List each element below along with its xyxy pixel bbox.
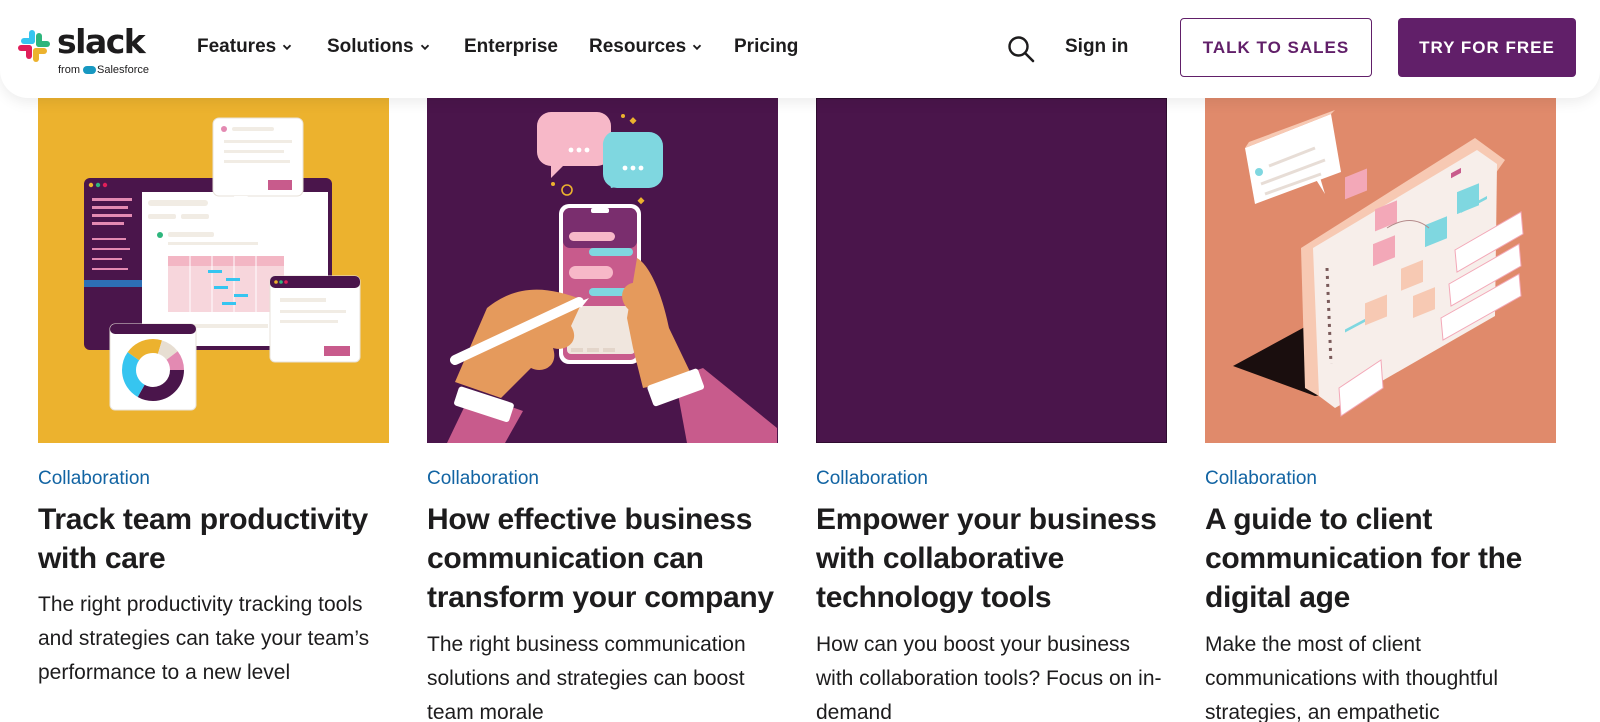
article-title[interactable]: Empower your business with collaborative… bbox=[816, 500, 1167, 617]
article-description: The right business communication solutio… bbox=[427, 633, 746, 722]
logo-tagline-brand: Salesforce bbox=[97, 64, 149, 76]
article-thumbnail[interactable] bbox=[816, 98, 1167, 443]
sign-in-link[interactable]: Sign in bbox=[1065, 36, 1128, 58]
article-title[interactable]: Track team productivity with care bbox=[38, 500, 389, 578]
slack-hash-logo-icon bbox=[18, 30, 50, 62]
logo-tagline: from Salesforce bbox=[58, 64, 149, 76]
article-title[interactable]: How effective business communication can… bbox=[427, 500, 778, 617]
nav-item-resources[interactable]: Resources bbox=[589, 36, 702, 58]
salesforce-cloud-icon bbox=[83, 66, 96, 74]
phone-messaging-illustration bbox=[427, 98, 778, 443]
nav-item-label: Solutions bbox=[327, 36, 414, 57]
article-thumbnail[interactable] bbox=[38, 98, 389, 443]
nav-item-features[interactable]: Features bbox=[197, 36, 292, 58]
nav-item-solutions[interactable]: Solutions bbox=[327, 36, 430, 58]
article-description: Make the most of client communications w… bbox=[1205, 633, 1498, 722]
productivity-dashboard-illustration bbox=[38, 98, 389, 443]
article-card[interactable]: Collaboration A guide to client communic… bbox=[1205, 98, 1556, 722]
article-category[interactable]: Collaboration bbox=[816, 468, 928, 490]
article-card[interactable]: Collaboration How effective business com… bbox=[427, 98, 778, 722]
nav-item-label: Resources bbox=[589, 36, 687, 57]
article-category[interactable]: Collaboration bbox=[427, 468, 539, 490]
article-card[interactable]: Collaboration Track team productivity wi… bbox=[38, 98, 389, 684]
nav-item-enterprise[interactable]: Enterprise bbox=[464, 36, 558, 58]
logo-tagline-prefix: from bbox=[58, 64, 80, 76]
article-category[interactable]: Collaboration bbox=[1205, 468, 1317, 490]
client-board-illustration bbox=[1205, 98, 1556, 443]
try-for-free-button[interactable]: TRY FOR FREE bbox=[1398, 18, 1576, 77]
article-title[interactable]: A guide to client communication for the … bbox=[1205, 500, 1556, 617]
plain-aubergine-image bbox=[816, 98, 1167, 443]
nav-item-label: Features bbox=[197, 36, 277, 57]
article-thumbnail[interactable] bbox=[427, 98, 778, 443]
chevron-down-icon bbox=[283, 44, 292, 51]
site-header: slack from Salesforce Features Solutions … bbox=[0, 0, 1600, 98]
logo-wordmark: slack bbox=[57, 22, 146, 61]
article-description: The right productivity tracking tools an… bbox=[38, 593, 370, 684]
slack-logo[interactable]: slack from Salesforce bbox=[16, 22, 156, 78]
nav-item-label: Enterprise bbox=[464, 36, 558, 57]
nav-item-pricing[interactable]: Pricing bbox=[734, 36, 798, 58]
chevron-down-icon bbox=[693, 44, 702, 51]
article-category[interactable]: Collaboration bbox=[38, 468, 150, 490]
search-icon[interactable] bbox=[1006, 34, 1036, 64]
article-thumbnail[interactable] bbox=[1205, 98, 1556, 443]
nav-item-label: Pricing bbox=[734, 36, 799, 57]
article-card[interactable]: Collaboration Empower your business with… bbox=[816, 98, 1167, 722]
article-description: How can you boost your business with col… bbox=[816, 633, 1162, 722]
chevron-down-icon bbox=[420, 44, 429, 51]
talk-to-sales-button[interactable]: TALK TO SALES bbox=[1180, 18, 1372, 77]
